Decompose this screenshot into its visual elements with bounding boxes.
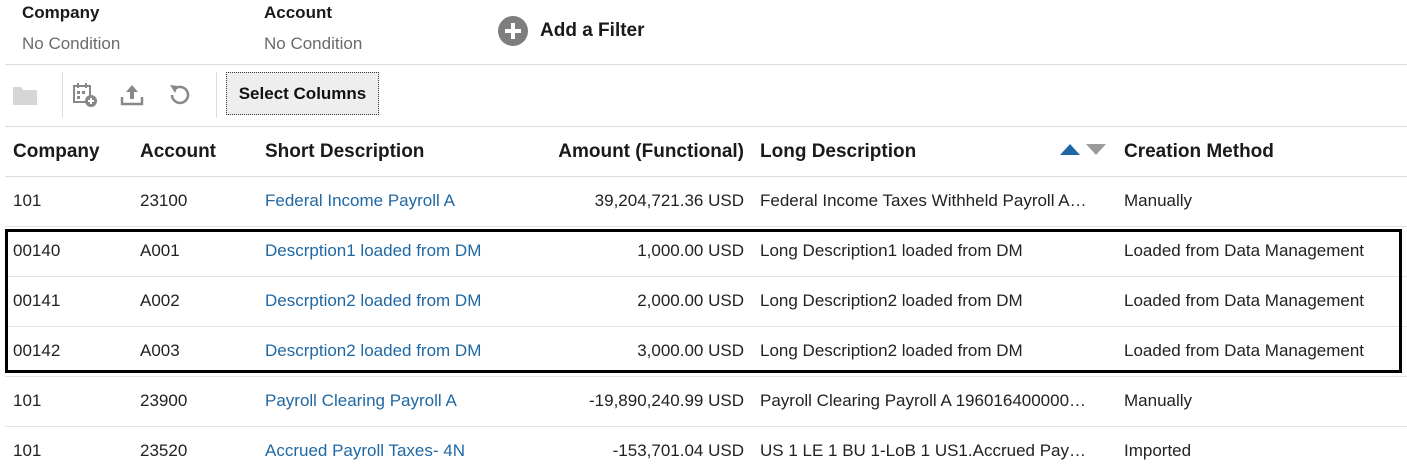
cell-company: 00140 <box>13 241 61 260</box>
cell-short-description-link[interactable]: Descrption1 loaded from DM <box>265 241 545 261</box>
cell-account: A002 <box>140 291 180 310</box>
cell-company: 101 <box>13 441 42 460</box>
cell-short-description-link[interactable]: Descrption2 loaded from DM <box>265 341 545 361</box>
toolbar-separator <box>216 72 217 118</box>
cell-short-description-link[interactable]: Descrption2 loaded from DM <box>265 291 545 311</box>
cell-amount: 3,000.00 USD <box>637 341 744 360</box>
folder-icon[interactable] <box>10 80 40 110</box>
cell-creation-method: Manually <box>1124 191 1193 210</box>
add-calendar-icon[interactable] <box>70 80 100 110</box>
cell-company: 101 <box>13 191 42 210</box>
table-row[interactable]: 101 23900 Payroll Clearing Payroll A -19… <box>5 377 1407 427</box>
cell-creation-method: Loaded from Data Management <box>1124 291 1365 310</box>
divider <box>5 64 1407 65</box>
add-filter-label[interactable]: Add a Filter <box>540 20 645 42</box>
table-row[interactable]: 00142 A003 Descrption2 loaded from DM 3,… <box>5 327 1407 377</box>
add-circle-icon[interactable] <box>498 16 528 46</box>
add-filter-button[interactable]: Add a Filter <box>498 16 645 46</box>
journal-lines-table: Company Account Short Description Amount… <box>5 127 1407 475</box>
sort-controls <box>1060 144 1106 155</box>
cell-amount: -19,890,240.99 USD <box>589 391 744 410</box>
refresh-icon[interactable] <box>165 80 195 110</box>
cell-long-description: Long Description2 loaded from DM <box>760 341 1023 360</box>
table-row[interactable]: 101 23520 Accrued Payroll Taxes- 4N -153… <box>5 427 1407 475</box>
filter-account[interactable]: Account No Condition <box>264 3 362 54</box>
toolbar: Select Columns <box>5 66 1407 126</box>
cell-company: 101 <box>13 391 42 410</box>
cell-long-description: Long Description1 loaded from DM <box>760 241 1023 260</box>
cell-creation-method: Loaded from Data Management <box>1124 241 1365 260</box>
filter-account-value[interactable]: No Condition <box>264 34 362 54</box>
column-header-short-description[interactable]: Short Description <box>265 141 424 163</box>
filter-company-value[interactable]: No Condition <box>22 34 120 54</box>
cell-creation-method: Manually <box>1124 391 1193 410</box>
table-row[interactable]: 00141 A002 Descrption2 loaded from DM 2,… <box>5 277 1407 327</box>
filter-company[interactable]: Company No Condition <box>22 3 120 54</box>
cell-long-description: Federal Income Taxes Withheld Payroll A… <box>760 191 1087 210</box>
cell-long-description: US 1 LE 1 BU 1-LoB 1 US1.Accrued Pay… <box>760 441 1086 460</box>
cell-account: 23900 <box>140 391 188 410</box>
toolbar-separator <box>62 72 63 118</box>
upload-icon[interactable] <box>117 80 147 110</box>
cell-company: 00141 <box>13 291 61 310</box>
column-header-amount[interactable]: Amount (Functional) <box>544 141 744 163</box>
cell-account: A003 <box>140 341 180 360</box>
column-header-company[interactable]: Company <box>13 141 100 163</box>
cell-amount: 1,000.00 USD <box>637 241 744 260</box>
cell-short-description-link[interactable]: Federal Income Payroll A <box>265 191 545 211</box>
cell-amount: 39,204,721.36 USD <box>594 191 744 210</box>
select-columns-button[interactable]: Select Columns <box>226 72 379 115</box>
column-header-creation-method[interactable]: Creation Method <box>1124 141 1274 163</box>
column-header-account[interactable]: Account <box>140 141 216 163</box>
column-header-long-description[interactable]: Long Description <box>760 141 916 163</box>
cell-creation-method: Imported <box>1124 441 1192 460</box>
filter-account-name: Account <box>264 3 332 22</box>
cell-company: 00142 <box>13 341 61 360</box>
table-row[interactable]: 00140 A001 Descrption1 loaded from DM 1,… <box>5 227 1407 277</box>
sort-ascending-icon[interactable] <box>1060 144 1080 155</box>
table-row[interactable]: 101 23100 Federal Income Payroll A 39,20… <box>5 177 1407 227</box>
sort-descending-icon[interactable] <box>1086 144 1106 155</box>
cell-account: A001 <box>140 241 180 260</box>
filter-bar: Company No Condition Account No Conditio… <box>0 0 1407 64</box>
cell-long-description: Long Description2 loaded from DM <box>760 291 1023 310</box>
cell-short-description-link[interactable]: Payroll Clearing Payroll A <box>265 391 545 411</box>
cell-amount: -153,701.04 USD <box>612 441 744 460</box>
table-header: Company Account Short Description Amount… <box>5 127 1407 177</box>
filter-company-name: Company <box>22 3 100 22</box>
cell-account: 23520 <box>140 441 188 460</box>
cell-long-description: Payroll Clearing Payroll A 196016400000… <box>760 391 1087 410</box>
cell-account: 23100 <box>140 191 188 210</box>
cell-short-description-link[interactable]: Accrued Payroll Taxes- 4N <box>265 441 545 461</box>
cell-creation-method: Loaded from Data Management <box>1124 341 1365 360</box>
cell-amount: 2,000.00 USD <box>637 291 744 310</box>
